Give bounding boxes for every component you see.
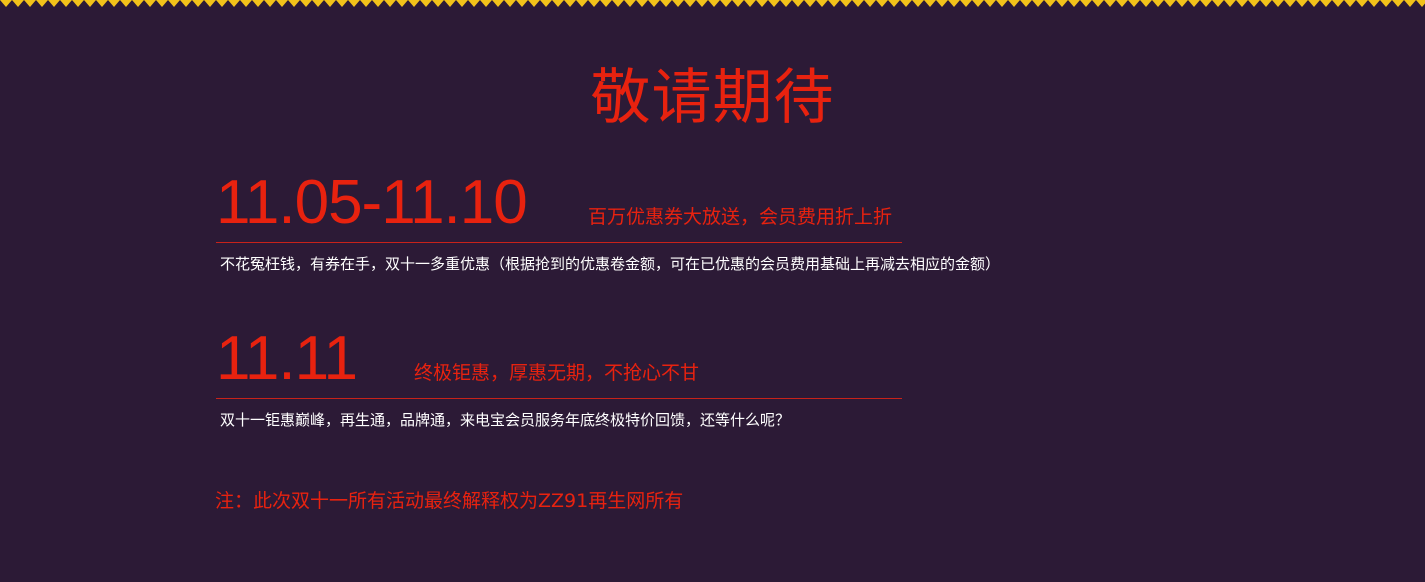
zigzag-shape — [0, 0, 1425, 7]
promotion-tagline: 百万优惠券大放送，会员费用折上折 — [588, 206, 893, 228]
zigzag-top-border — [0, 0, 1425, 7]
promotion-description: 双十一钜惠巅峰，再生通，品牌通，来电宝会员服务年底终极特价回馈，还等什么呢？ — [220, 411, 791, 429]
promotion-date: 11.11 — [216, 324, 358, 393]
promotion-date: 11.05-11.10 — [216, 168, 528, 237]
promotion-tagline: 终极钜惠，厚惠无期，不抢心不甘 — [414, 362, 700, 384]
divider-line — [216, 398, 902, 399]
promotion-description: 不花冤枉钱，有券在手，双十一多重优惠（根据抢到的优惠卷金额，可在已优惠的会员费用… — [220, 255, 1001, 273]
page-title: 敬请期待 — [590, 63, 835, 133]
promotion-header: 11.05-11.10 百万优惠券大放送，会员费用折上折 — [216, 166, 902, 242]
promotion-section-presale: 11.05-11.10 百万优惠券大放送，会员费用折上折 不花冤枉钱，有券在手，… — [216, 166, 1036, 274]
disclaimer-note: 注：此次双十一所有活动最终解释权为ZZ91再生网所有 — [215, 490, 684, 512]
promotion-header: 11.11 终极钜惠，厚惠无期，不抢心不甘 — [216, 322, 902, 398]
divider-line — [216, 242, 902, 243]
promotion-section-double-eleven: 11.11 终极钜惠，厚惠无期，不抢心不甘 双十一钜惠巅峰，再生通，品牌通，来电… — [216, 322, 1036, 430]
